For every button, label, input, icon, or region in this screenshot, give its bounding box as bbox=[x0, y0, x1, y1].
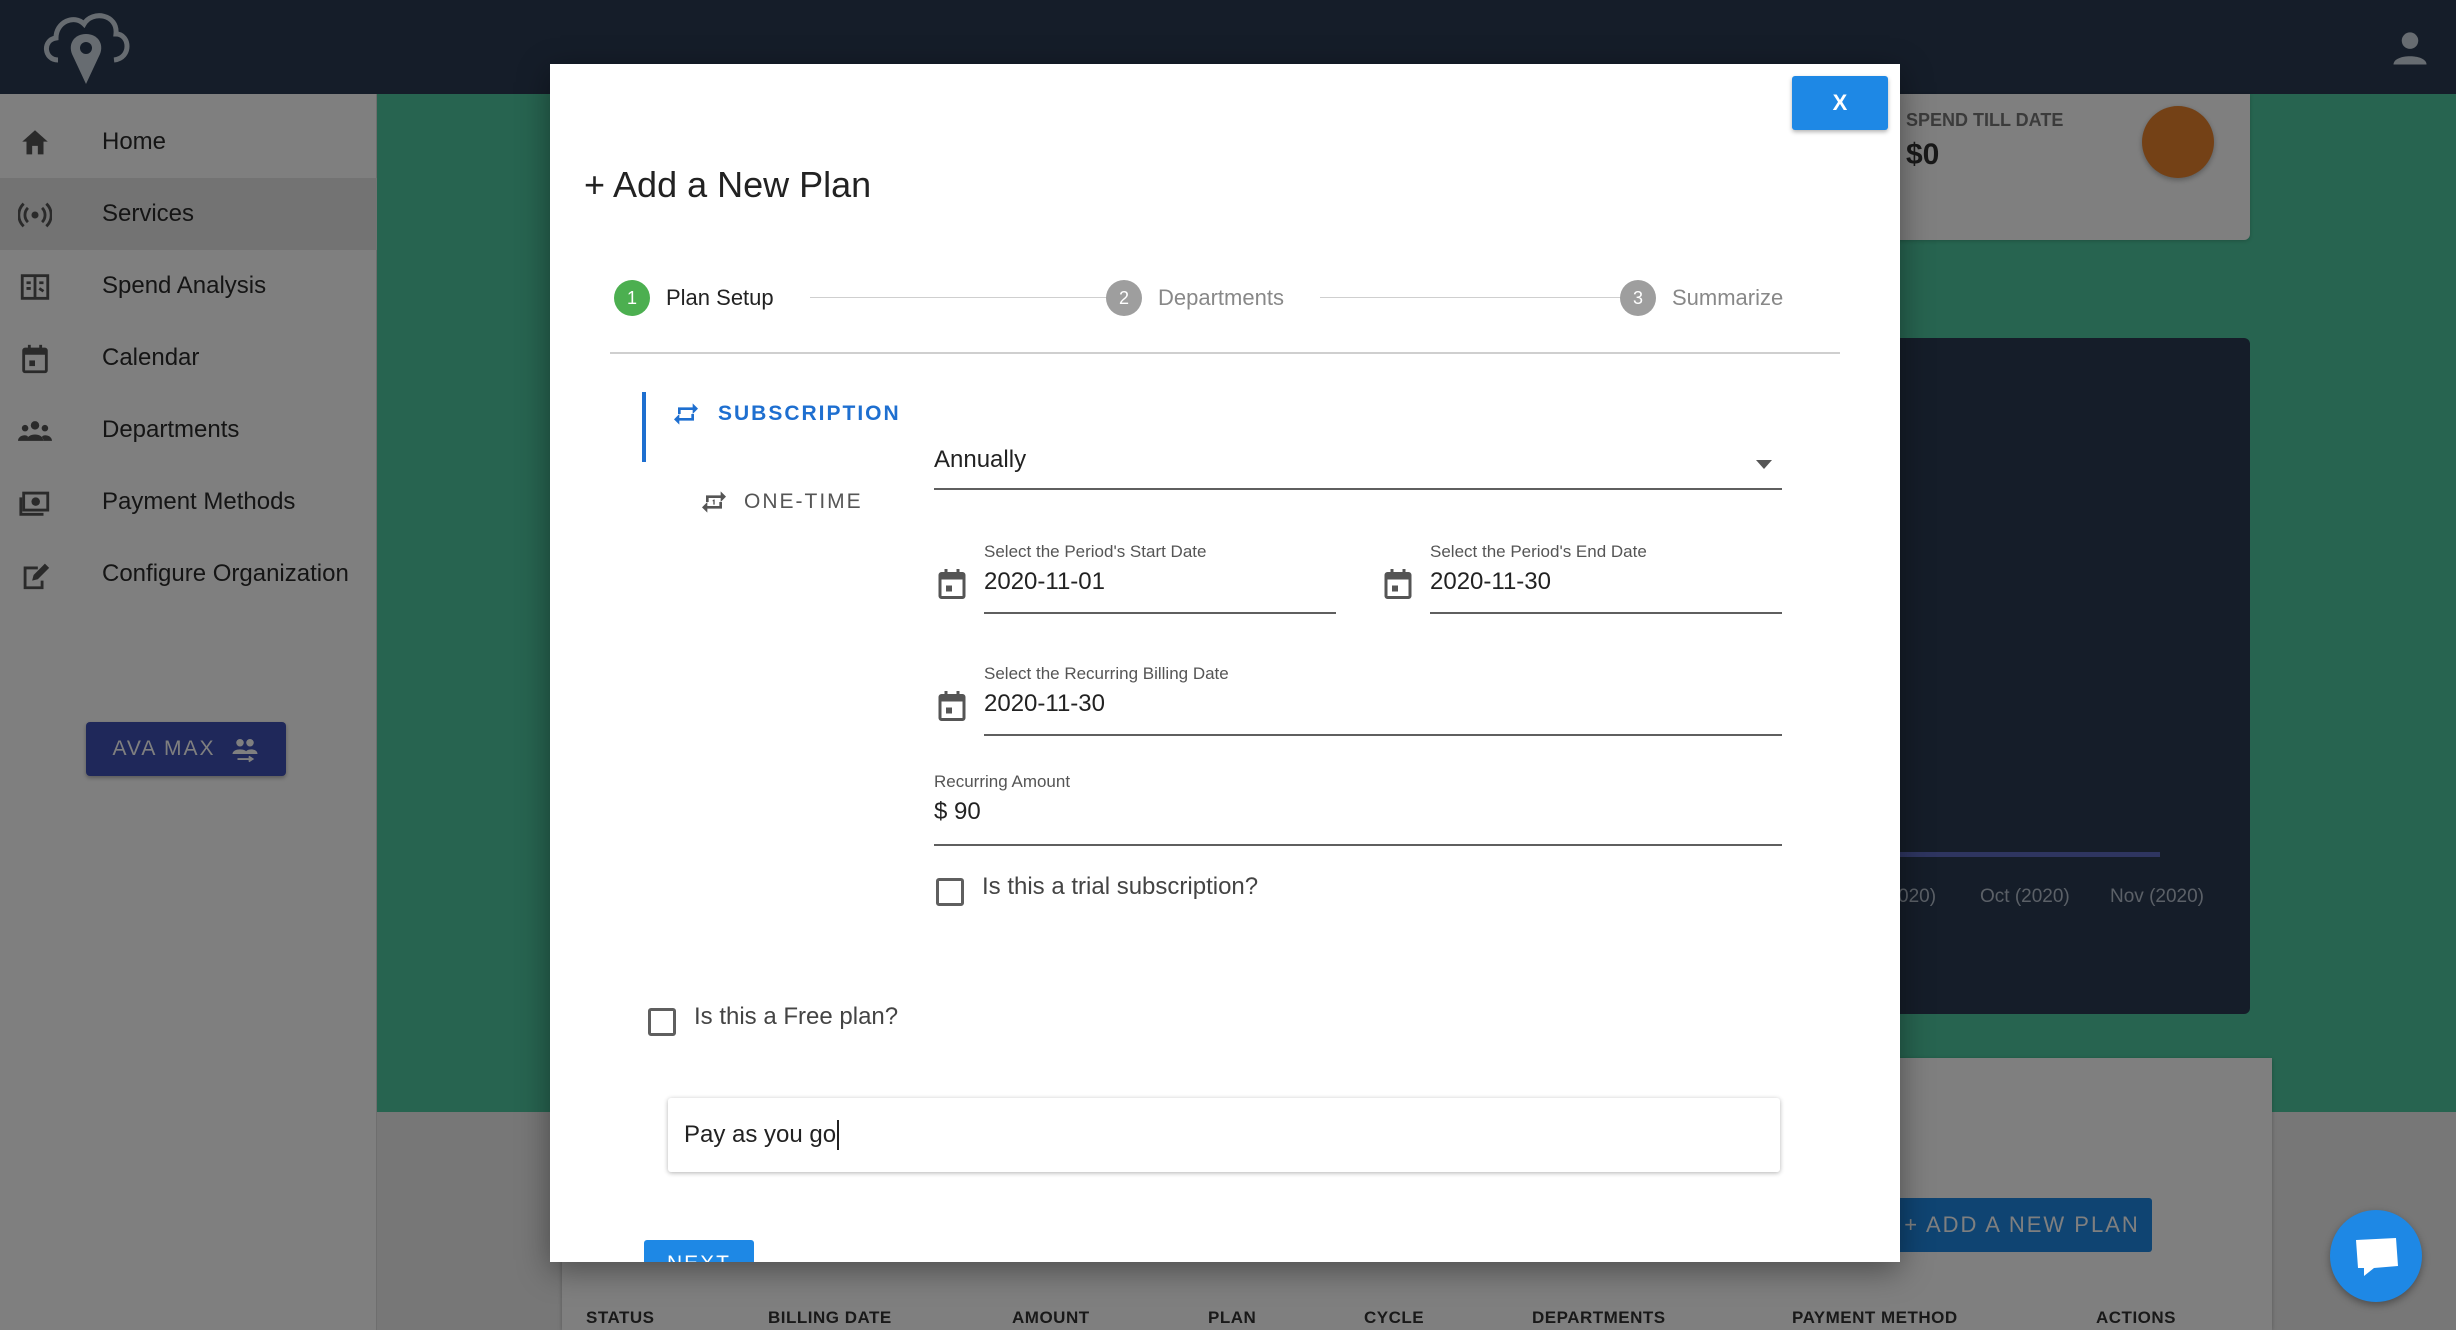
field-value[interactable]: 2020-11-01 bbox=[984, 568, 1105, 596]
step-connector bbox=[1320, 297, 1640, 298]
checkbox-label: Is this a trial subscription? bbox=[982, 873, 1259, 900]
repeat-one-icon bbox=[702, 491, 726, 513]
step-number: 2 bbox=[1106, 280, 1142, 316]
field-value[interactable]: 2020-11-30 bbox=[984, 690, 1105, 718]
step-label: Summarize bbox=[1672, 285, 1784, 310]
field-underline bbox=[1430, 612, 1782, 614]
checkbox-label: Is this a Free plan? bbox=[694, 1003, 899, 1030]
tab-label: ONE-TIME bbox=[744, 490, 863, 513]
step-connector bbox=[810, 297, 1126, 298]
start-date-field[interactable]: Select the Period's Start Date 2020-11-0… bbox=[934, 542, 1336, 614]
field-underline bbox=[984, 612, 1336, 614]
chat-button[interactable] bbox=[2330, 1210, 2422, 1302]
checkbox-box[interactable] bbox=[936, 878, 964, 906]
dialog-title: + Add a New Plan bbox=[584, 164, 872, 205]
select-value: Annually bbox=[934, 446, 1027, 473]
add-plan-dialog: X + Add a New Plan 1 Plan Setup 2 Depart… bbox=[550, 64, 1900, 1262]
close-dialog-button[interactable]: X bbox=[1792, 76, 1888, 130]
active-tab-indicator bbox=[642, 392, 646, 462]
field-label: Select the Period's End Date bbox=[1430, 542, 1647, 561]
calendar-icon[interactable] bbox=[1380, 566, 1416, 602]
calendar-icon[interactable] bbox=[934, 566, 970, 602]
field-value[interactable]: 2020-11-30 bbox=[1430, 568, 1551, 596]
billing-cycle-select[interactable]: Annually bbox=[934, 436, 1782, 490]
step-label: Plan Setup bbox=[666, 285, 774, 310]
calendar-icon[interactable] bbox=[934, 688, 970, 724]
tab-label: SUBSCRIPTION bbox=[718, 402, 901, 425]
end-date-field[interactable]: Select the Period's End Date 2020-11-30 bbox=[1380, 542, 1782, 614]
step-summarize[interactable]: 3 Summarize bbox=[1620, 280, 1783, 316]
recurring-amount-field[interactable]: Recurring Amount $ 90 bbox=[934, 772, 1782, 846]
step-plan-setup[interactable]: 1 Plan Setup bbox=[614, 280, 774, 316]
field-label: Select the Recurring Billing Date bbox=[984, 664, 1229, 683]
step-number: 3 bbox=[1620, 280, 1656, 316]
next-button[interactable]: NEXT bbox=[644, 1240, 754, 1262]
plan-stepper: 1 Plan Setup 2 Departments 3 Summarize bbox=[610, 280, 1840, 354]
field-label: Select the Period's Start Date bbox=[984, 542, 1207, 561]
free-plan-checkbox[interactable]: Is this a Free plan? bbox=[648, 998, 898, 1036]
step-number: 1 bbox=[614, 280, 650, 316]
step-label: Departments bbox=[1158, 285, 1284, 310]
input-value: Pay as you go bbox=[684, 1121, 837, 1148]
field-label: Recurring Amount bbox=[934, 772, 1071, 791]
dropdown-caret-icon bbox=[1756, 460, 1772, 469]
text-cursor bbox=[837, 1120, 840, 1150]
plan-name-input[interactable]: Pay as you go bbox=[668, 1098, 1780, 1172]
chat-bubble-icon bbox=[2356, 1238, 2398, 1276]
repeat-icon bbox=[674, 403, 698, 425]
field-underline bbox=[984, 734, 1782, 736]
step-departments[interactable]: 2 Departments bbox=[1106, 280, 1284, 316]
billing-date-field[interactable]: Select the Recurring Billing Date 2020-1… bbox=[934, 664, 1782, 736]
tab-subscription[interactable]: SUBSCRIPTION bbox=[670, 398, 901, 430]
trial-subscription-checkbox[interactable]: Is this a trial subscription? bbox=[936, 868, 1258, 906]
checkbox-box[interactable] bbox=[648, 1008, 676, 1036]
field-value[interactable]: $ 90 bbox=[934, 798, 981, 826]
tab-one-time[interactable]: ONE-TIME bbox=[698, 486, 863, 518]
